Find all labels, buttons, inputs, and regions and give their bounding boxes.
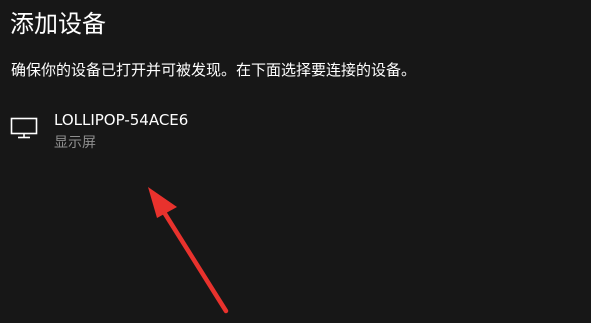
- red-arrow-annotation-icon: [148, 187, 229, 314]
- device-type: 显示屏: [54, 135, 96, 151]
- device-list-item-lollipop[interactable]: LOLLIPOP-54ACE6 显示屏: [0, 104, 330, 162]
- instruction-text: 确保你的设备已打开并可被发现。在下面选择要连接的设备。: [11, 61, 417, 79]
- device-name: LOLLIPOP-54ACE6: [54, 111, 189, 129]
- dialog-title: 添加设备: [10, 10, 106, 38]
- monitor-icon: [10, 117, 38, 139]
- add-device-dialog: 添加设备 确保你的设备已打开并可被发现。在下面选择要连接的设备。 LOLLIPO…: [0, 0, 591, 323]
